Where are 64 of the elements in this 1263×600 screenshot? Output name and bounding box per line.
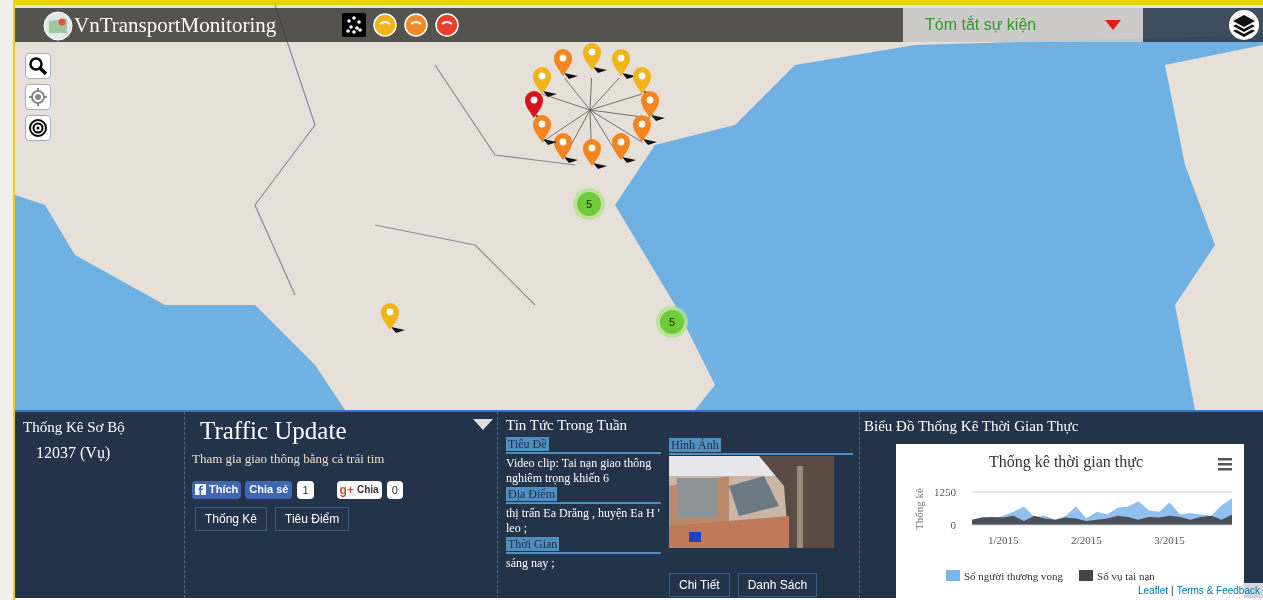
caret-icon (1105, 20, 1121, 30)
map-pin[interactable] (633, 115, 657, 145)
map-pin[interactable] (533, 67, 557, 97)
field-label: Thời Gian (506, 537, 560, 551)
app-title: VnTransportMonitoring (74, 12, 277, 39)
summary-value: 12037 (Vụ) (36, 442, 112, 464)
locate-button[interactable] (25, 84, 51, 110)
map-pin[interactable] (554, 49, 578, 79)
map-pin[interactable] (554, 133, 578, 163)
facebook-icon (195, 484, 206, 495)
target-icon (28, 118, 48, 138)
news-title: Tin Tức Trong Tuần (506, 416, 629, 435)
target-button[interactable] (25, 115, 51, 141)
tick-label: 2/2015 (1071, 533, 1102, 546)
legend-swatch (1079, 570, 1094, 582)
dot-icon[interactable] (435, 13, 459, 37)
legend-label[interactable]: Số người thương vong (964, 567, 1064, 584)
like-button[interactable]: Thích (192, 480, 242, 499)
map-pin[interactable] (583, 139, 607, 169)
field-value: thị trấn Ea Drăng , huyện Ea H ' leo ; (506, 506, 661, 536)
axis-title: Thống kê (913, 487, 925, 530)
separator: | (1171, 584, 1174, 598)
share-count: 1 (297, 480, 314, 499)
google-plus-button[interactable]: g+ Chia (336, 480, 382, 499)
terms-link[interactable]: Terms & Feedback (1176, 583, 1260, 598)
field-value: Video clip: Tai nạn giao thông nghiêm trọng khiến 6 (506, 456, 653, 486)
crosshair-icon (28, 87, 48, 107)
legend-swatch (946, 570, 960, 582)
map-pin[interactable] (612, 49, 636, 79)
dot-icon[interactable] (373, 13, 397, 37)
field-label: Hình Ảnh (669, 438, 721, 452)
field-label: Địa Điểm (506, 487, 557, 501)
tick-label: 1250 (934, 485, 956, 498)
search-icon (28, 56, 48, 76)
update-title: Traffic Update (200, 416, 347, 446)
tick-label: 0 (950, 518, 956, 531)
menu-icon[interactable] (1218, 457, 1232, 470)
summary-title: Thống Kê Sơ Bộ (23, 418, 126, 437)
map-pin[interactable] (612, 133, 636, 163)
update-subtitle: Tham gia giao thông bằng cả trái tim (192, 450, 386, 468)
cluster-icon[interactable] (342, 13, 366, 37)
field-label: Tiêu Đề (506, 437, 549, 451)
tick-label: 3/2015 (1154, 533, 1185, 546)
link-button[interactable]: Tiêu Điểm (275, 506, 350, 531)
google-plus-count: 0 (386, 480, 403, 499)
layers-icon[interactable] (1228, 9, 1260, 41)
link-button[interactable]: Danh Sách (737, 573, 818, 597)
chart-title: Thống kê thời gian thực (989, 452, 1143, 470)
map-pin[interactable] (583, 43, 607, 73)
link-button[interactable]: Thống Kê (195, 506, 268, 531)
search-button[interactable] (25, 53, 51, 79)
share-button[interactable]: Chia sẻ (245, 480, 293, 499)
leaflet-link[interactable]: Leaflet (1138, 583, 1168, 598)
map-pin[interactable] (533, 115, 557, 145)
dot-icon[interactable] (404, 13, 428, 37)
link-button[interactable]: Chi Tiết (669, 573, 730, 597)
legend-label[interactable]: Số vụ tai nạn (1097, 567, 1155, 584)
map-logo-icon (43, 10, 73, 41)
chart-heading: Biểu Đồ Thống Kê Thời Gian Thực (864, 417, 1080, 436)
collapse-icon[interactable] (473, 419, 493, 430)
map-pin[interactable] (381, 303, 405, 333)
map-pin[interactable] (641, 91, 665, 121)
field-value: sáng nay ; (506, 556, 556, 571)
tick-label: 1/2015 (987, 533, 1019, 546)
